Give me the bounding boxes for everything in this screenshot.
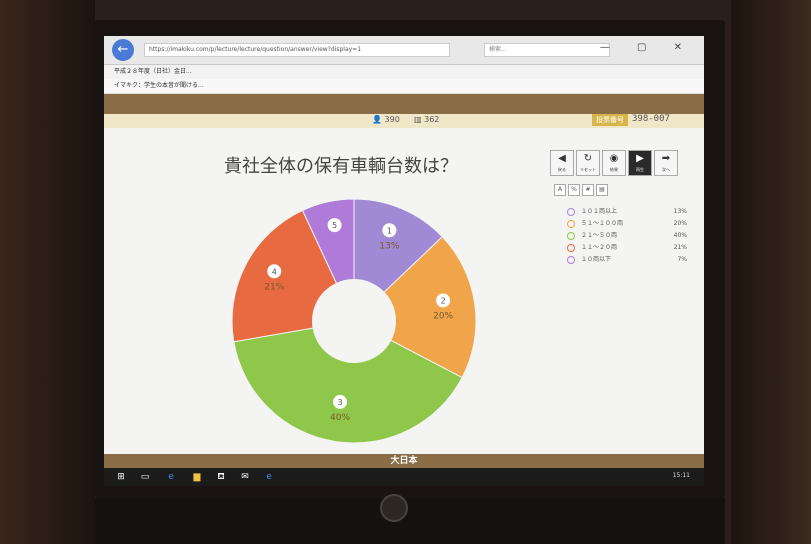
legend-label: １０両以下 [581, 256, 612, 263]
control-label: リセット [580, 167, 596, 172]
footer-brand: 大日本 [104, 454, 704, 468]
slice-number-label: 4 [272, 267, 277, 276]
back-arrow-icon[interactable]: ← [112, 39, 134, 61]
control-icon: ↻ [583, 153, 593, 164]
slice-value-label: 40% [330, 413, 350, 423]
projector-knob [380, 494, 408, 522]
control-button-2[interactable]: ◉ 結果 [602, 150, 626, 176]
ie-browser-icon[interactable]: e [264, 472, 274, 482]
projected-screen: ← https://imakiku.com/p/lecture/lecture/… [104, 36, 704, 486]
legend-item: １１～２０両 21% [567, 242, 687, 254]
control-button-0[interactable]: ◀ 戻る [550, 150, 574, 176]
view-mode-button-0[interactable]: A [554, 184, 566, 196]
control-icon: ◉ [609, 153, 619, 164]
responses-value: 362 [424, 115, 440, 124]
responses-count: ▥ 362 [414, 115, 440, 124]
vote-code: 398-007 [632, 114, 670, 124]
store-icon[interactable]: ⛾ [216, 472, 226, 482]
room-wall-left [0, 0, 95, 544]
legend-value: 20% [673, 220, 687, 227]
control-button-1[interactable]: ↻ リセット [576, 150, 600, 176]
control-button-3[interactable]: ▶ 再生 [628, 150, 652, 176]
legend-dot [567, 207, 575, 216]
control-icon: ➡ [661, 153, 671, 164]
control-label: 結果 [610, 167, 618, 172]
donut-chart: 1 13% 2 20% 3 40% 4 21% 5 [231, 198, 477, 444]
file-explorer-icon[interactable]: ▆ [192, 472, 202, 482]
search-input[interactable]: 検索... [484, 43, 610, 57]
window-controls[interactable]: — ▢ ✕ [600, 42, 694, 53]
legend-label: １０１両以上 [581, 208, 618, 215]
legend-label: １１～２０両 [581, 244, 618, 251]
vote-number-badge: 投票番号 [592, 114, 628, 126]
control-button-4[interactable]: ➡ 次へ [654, 150, 678, 176]
legend-value: 7% [677, 256, 687, 263]
legend-dot [567, 231, 575, 240]
favorites-bar-item[interactable]: イマキク：学生の本音が聞ける... [104, 79, 704, 94]
legend-item: ２１～５０両 40% [567, 230, 687, 242]
slice-number-label: 5 [332, 221, 337, 230]
legend-dot [567, 243, 575, 252]
slice-value-label: 13% [379, 241, 399, 251]
view-mode-button-1[interactable]: % [568, 184, 580, 196]
legend-value: 40% [673, 232, 687, 239]
donut-hole [312, 279, 396, 363]
address-bar[interactable]: https://imakiku.com/p/lecture/lecture/qu… [144, 43, 450, 57]
legend-label: ２１～５０両 [581, 232, 618, 239]
legend-dot [567, 219, 575, 228]
task-view-icon[interactable]: ▭ [140, 472, 150, 482]
windows-start-icon[interactable]: ⊞ [116, 472, 126, 482]
slice-value-label: 20% [433, 311, 453, 321]
legend-label: ５１～１００両 [581, 220, 624, 227]
control-label: 再生 [636, 167, 644, 172]
slice-number-label: 1 [387, 226, 392, 235]
chart-legend: １０１両以上 13% ５１～１００両 20% ２１～５０両 40% １１～２０両 21% １０両… [567, 206, 687, 266]
room-wall-right [731, 0, 811, 544]
browser-toolbar: ← https://imakiku.com/p/lecture/lecture/… [104, 36, 704, 65]
control-label: 次へ [662, 167, 670, 172]
view-mode-button-2[interactable]: # [582, 184, 594, 196]
slice-value-label: 21% [264, 282, 284, 292]
legend-value: 21% [673, 244, 687, 251]
edge-browser-icon[interactable]: e [166, 472, 176, 482]
participants-value: 390 [384, 115, 400, 124]
slice-number-label: 2 [441, 296, 446, 305]
app-header-bar [104, 94, 704, 114]
slice-number-label: 3 [338, 398, 343, 407]
legend-item: ５１～１００両 20% [567, 218, 687, 230]
system-clock: 15:11 [672, 472, 690, 479]
control-label: 戻る [558, 167, 566, 172]
projector-stand [95, 498, 725, 544]
participants-count: 👤 390 [372, 115, 400, 124]
legend-dot [567, 255, 575, 264]
taskbar: ⊞ ▭ e ▆ ⛾ ✉ e 15:11 [104, 468, 704, 486]
control-icon: ◀ [558, 153, 566, 164]
mail-icon[interactable]: ✉ [240, 472, 250, 482]
browser-tab[interactable]: 平成２８年度（日社）金日... [104, 65, 704, 79]
legend-value: 13% [673, 208, 687, 215]
legend-item: １０１両以上 13% [567, 206, 687, 218]
control-icon: ▶ [636, 153, 644, 164]
chart-title: 貴社全体の保有車輌台数は？ [224, 156, 458, 177]
view-mode-button-3[interactable]: ▤ [596, 184, 608, 196]
legend-item: １０両以下 7% [567, 254, 687, 266]
